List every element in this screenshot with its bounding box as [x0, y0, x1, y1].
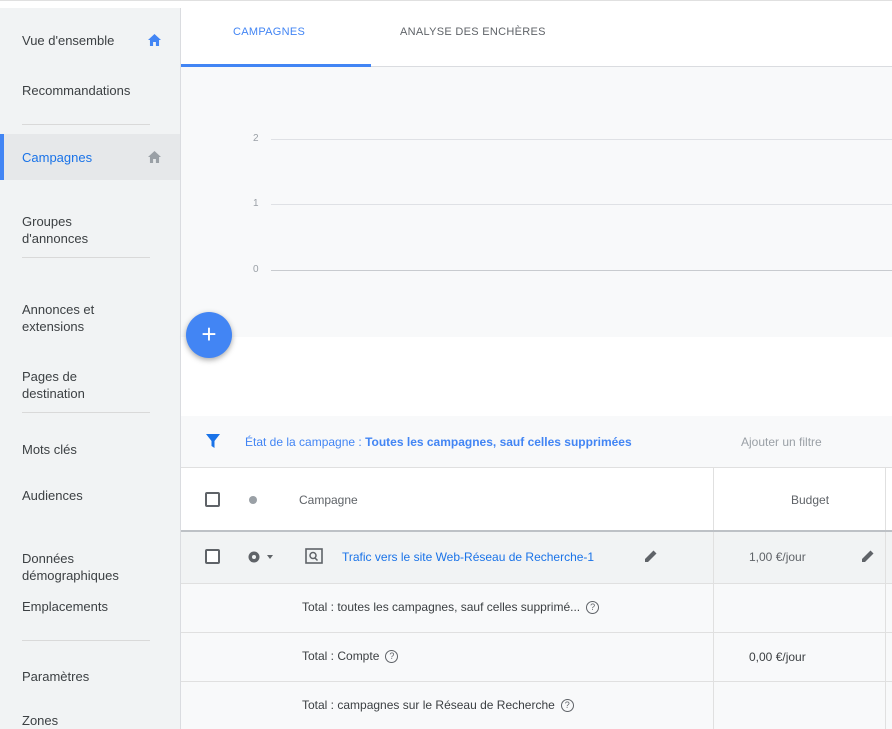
google-ads-app: Vue d'ensemble Recommandations Campagnes…: [0, 0, 892, 729]
sidebar-item-label: Vue d'ensemble: [22, 33, 115, 48]
add-campaign-button[interactable]: +: [186, 312, 232, 358]
performance-chart: 2 1 0: [181, 67, 892, 337]
sidebar-item-label: Zones: [22, 713, 59, 728]
column-divider: [885, 468, 886, 530]
tab-bar: CAMPAGNES ANALYSE DES ENCHÈRES: [181, 8, 892, 67]
table-row: Trafic vers le site Web-Réseau de Recher…: [181, 532, 892, 584]
top-bar: [0, 0, 892, 8]
select-all-checkbox[interactable]: [205, 492, 220, 507]
campaign-status-filter[interactable]: État de la campagne : Toutes les campagn…: [245, 435, 632, 449]
nav-divider: [22, 257, 150, 258]
sidebar-item-placements[interactable]: Emplacements: [0, 598, 180, 615]
sidebar-item-campaigns[interactable]: Campagnes: [0, 134, 180, 180]
help-icon[interactable]: ?: [560, 699, 574, 713]
sidebar-item-audiences[interactable]: Audiences: [0, 487, 180, 504]
home-icon: [148, 151, 161, 163]
total-label-text: Total : toutes les campagnes, sauf celle…: [302, 600, 581, 614]
sidebar-item-label: Pages de destination: [22, 369, 85, 401]
sidebar-item-overview[interactable]: Vue d'ensemble: [0, 32, 180, 49]
total-row: Total : campagnes sur le Réseau de Reche…: [181, 682, 892, 729]
sidebar-item-recommendations[interactable]: Recommandations: [0, 82, 180, 99]
y-tick-label: 0: [253, 264, 259, 275]
column-divider: [885, 682, 886, 729]
y-tick-label: 1: [253, 198, 259, 209]
total-label: Total : campagnes sur le Réseau de Reche…: [302, 698, 574, 713]
sidebar-item-label: Données démographiques: [22, 551, 119, 583]
total-label: Total : Compte?: [302, 649, 399, 664]
sidebar-item-ads-extensions[interactable]: Annonces et extensions: [0, 284, 180, 335]
sidebar-item-label: Paramètres: [22, 669, 90, 684]
sidebar-item-demographics[interactable]: Données démographiques: [0, 533, 180, 584]
sidebar-item-ad-groups[interactable]: Groupes d'annonces: [0, 196, 180, 247]
column-divider: [885, 633, 886, 681]
total-label-text: Total : campagnes sur le Réseau de Reche…: [302, 698, 555, 712]
sidebar-item-locations[interactable]: Zones: [0, 712, 180, 729]
sidebar-item-label: Campagnes: [22, 150, 93, 165]
nav-divider: [22, 412, 150, 413]
nav-divider: [22, 124, 150, 125]
nav-divider: [22, 640, 150, 641]
column-divider: [713, 633, 714, 681]
sidebar-item-landing-pages[interactable]: Pages de destination: [0, 351, 180, 402]
main-content: CAMPAGNES ANALYSE DES ENCHÈRES 2 1 0 + É…: [181, 8, 892, 729]
column-divider: [713, 682, 714, 729]
y-tick-label: 2: [253, 133, 259, 144]
tab-campaigns[interactable]: CAMPAGNES: [233, 26, 305, 38]
filter-prefix: État de la campagne :: [245, 435, 366, 449]
campaign-name-link[interactable]: Trafic vers le site Web-Réseau de Recher…: [342, 550, 594, 564]
edit-budget-pencil-icon[interactable]: [861, 549, 875, 563]
help-icon[interactable]: ?: [586, 601, 600, 615]
column-divider: [713, 468, 714, 530]
budget-value: 1,00 €/jour: [749, 550, 806, 564]
sidebar-item-label: Mots clés: [22, 442, 77, 457]
sidebar-item-label: Emplacements: [22, 599, 108, 614]
edit-pencil-icon[interactable]: [644, 549, 658, 563]
help-icon[interactable]: ?: [385, 650, 399, 664]
column-divider: [885, 532, 886, 583]
column-divider: [713, 584, 714, 632]
sidebar-item-label: Groupes d'annonces: [22, 214, 89, 246]
sidebar: Vue d'ensemble Recommandations Campagnes…: [0, 8, 181, 729]
total-label-text: Total : Compte: [302, 649, 380, 663]
total-row: Total : Compte? 0,00 €/jour: [181, 633, 892, 682]
column-divider: [885, 584, 886, 632]
status-dropdown-icon[interactable]: [247, 550, 277, 564]
sidebar-item-label: Recommandations: [22, 83, 131, 98]
tab-auction-insights[interactable]: ANALYSE DES ENCHÈRES: [400, 26, 546, 38]
sidebar-item-label: Annonces et extensions: [22, 302, 95, 334]
sidebar-item-settings[interactable]: Paramètres: [0, 668, 180, 685]
total-row: Total : toutes les campagnes, sauf celle…: [181, 584, 892, 633]
sidebar-item-keywords[interactable]: Mots clés: [0, 441, 180, 458]
gridline: [271, 204, 892, 205]
row-checkbox[interactable]: [205, 549, 220, 564]
column-header-campaign[interactable]: Campagne: [299, 493, 358, 507]
search-campaign-type-icon: [305, 548, 323, 564]
total-label: Total : toutes les campagnes, sauf celle…: [302, 600, 600, 615]
total-budget-value: 0,00 €/jour: [749, 650, 806, 664]
add-filter-link[interactable]: Ajouter un filtre: [741, 435, 822, 449]
table-header-row: Campagne Budget: [181, 468, 892, 532]
filter-bar: État de la campagne : Toutes les campagn…: [181, 416, 892, 468]
column-header-budget[interactable]: Budget: [791, 493, 829, 507]
filter-value: Toutes les campagnes, sauf celles suppri…: [365, 435, 632, 449]
column-divider: [713, 532, 714, 583]
status-dot-icon: [249, 496, 257, 504]
gridline: [271, 139, 892, 140]
sidebar-item-label: Audiences: [22, 488, 83, 503]
home-icon: [148, 34, 161, 46]
filter-icon[interactable]: [205, 433, 221, 449]
baseline: [271, 270, 892, 271]
